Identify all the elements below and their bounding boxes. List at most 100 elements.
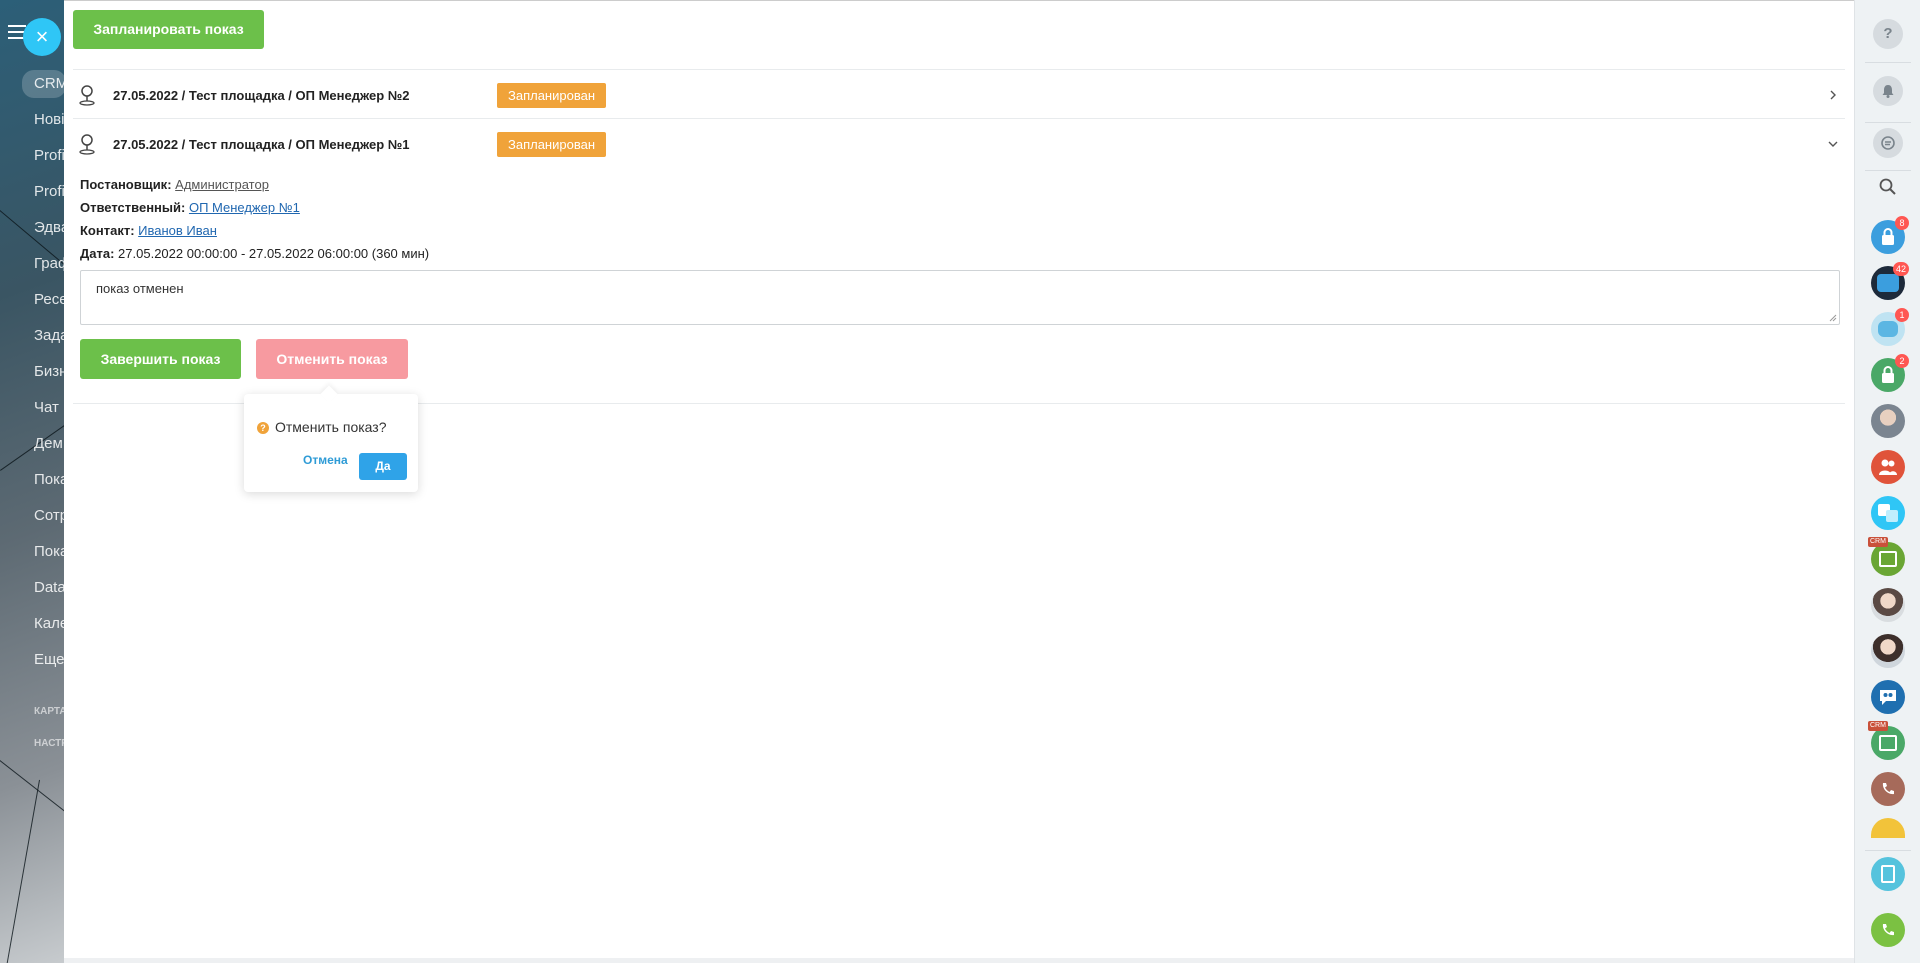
crm-tag: CRM <box>1868 537 1888 547</box>
channel-avatar[interactable]: 42 <box>1871 262 1909 300</box>
user-avatar[interactable] <box>1871 634 1905 668</box>
bg-nav-section: КАРТА <box>34 706 66 717</box>
creator-link[interactable]: Администратор <box>175 177 269 192</box>
right-sidebar: ? 8 42 1 2 CRM CRM <box>1854 0 1920 963</box>
bg-nav-item: Дем <box>34 435 63 452</box>
people-icon <box>1879 459 1897 475</box>
bg-nav-item: Data <box>34 579 66 596</box>
notes-icon[interactable] <box>1871 857 1905 891</box>
secured-chat-avatar[interactable]: 2 <box>1871 354 1909 392</box>
comment-text: показ отменен <box>96 281 184 296</box>
confirm-popover: ? Отменить показ? Отмена Да <box>244 394 418 492</box>
divider <box>73 69 1845 70</box>
showing-row[interactable]: 27.05.2022 / Тест площадка / ОП Менеджер… <box>78 129 1840 159</box>
finish-showing-button[interactable]: Завершить показ <box>80 339 241 379</box>
bg-nav-item: Profi <box>34 147 65 164</box>
group-chat-avatar[interactable] <box>1871 450 1905 484</box>
bg-nav-item: Ресе <box>34 291 66 308</box>
divider <box>1865 122 1911 123</box>
document-icon <box>1881 865 1895 883</box>
crm-chat-avatar[interactable]: CRM <box>1868 537 1905 576</box>
bg-nav-item: Сотр <box>34 507 66 524</box>
showing-title: 27.05.2022 / Тест площадка / ОП Менеджер… <box>113 137 410 152</box>
contact-label: Контакт: <box>80 223 135 238</box>
unread-counter: 2 <box>1895 354 1909 368</box>
location-pin-icon <box>79 85 95 106</box>
secured-chat-avatar[interactable]: 8 <box>1871 216 1909 254</box>
crm-card-icon <box>1879 551 1897 567</box>
contact-link[interactable]: Иванов Иван <box>138 223 217 238</box>
date-line: Дата: 27.05.2022 00:00:00 - 27.05.2022 0… <box>80 242 429 265</box>
chevron-right-icon[interactable] <box>1826 88 1840 102</box>
popover-question: Отменить показ? <box>275 419 387 435</box>
crm-tag: CRM <box>1868 721 1888 731</box>
help-icon[interactable]: ? <box>1873 19 1903 49</box>
showings-panel: Запланировать показ 27.05.2022 / Тест пл… <box>64 0 1854 958</box>
responsible-line: Ответственный: ОП Менеджер №1 <box>80 196 429 219</box>
popover-cancel-button[interactable]: Отмена <box>303 453 348 467</box>
bg-nav-item: Пока <box>34 543 66 560</box>
creator-label: Постановщик: <box>80 177 172 192</box>
bg-nav-item: Пока <box>34 471 66 488</box>
divider <box>73 118 1845 119</box>
unread-counter: 1 <box>1895 308 1909 322</box>
plan-showing-button[interactable]: Запланировать показ <box>73 10 264 49</box>
bg-nav-item: Нові <box>34 111 65 128</box>
crm-chat-avatar[interactable]: CRM <box>1868 721 1905 760</box>
bg-nav-item: Бизн <box>34 363 66 380</box>
status-badge: Запланирован <box>497 132 607 157</box>
status-badge: Запланирован <box>497 83 607 108</box>
lock-icon <box>1882 366 1894 383</box>
bg-nav-item: Еще <box>34 651 65 668</box>
chat-bubble-icon <box>1886 510 1898 522</box>
background-portal: CRM Нові Profi Profi Эдва Граф Ресе Зада… <box>0 0 66 963</box>
panel-bottom-edge <box>64 958 1854 963</box>
creator-line: Постановщик: Администратор <box>80 173 429 196</box>
bg-nav-item: Граф <box>34 255 66 272</box>
crm-card-icon <box>1879 735 1897 751</box>
responsible-link[interactable]: ОП Менеджер №1 <box>189 200 300 215</box>
cancel-showing-button[interactable]: Отменить показ <box>256 339 408 379</box>
bg-nav-item: Эдва <box>34 219 66 236</box>
lock-icon <box>1882 228 1894 245</box>
background-nav: CRM Нові Profi Profi Эдва Граф Ресе Зада… <box>0 70 66 760</box>
bg-nav-item: Profi <box>34 183 65 200</box>
call-avatar[interactable] <box>1871 772 1905 806</box>
location-pin-icon <box>79 134 95 155</box>
user-avatar[interactable] <box>1871 404 1905 438</box>
responsible-label: Ответственный: <box>80 200 186 215</box>
divider <box>1865 170 1911 171</box>
bell-icon[interactable] <box>1873 76 1903 106</box>
robot-icon <box>1878 321 1898 337</box>
bg-nav-item: Кале <box>34 615 66 632</box>
unread-counter: 8 <box>1895 216 1909 230</box>
openline-avatar[interactable] <box>1871 496 1905 530</box>
user-avatar[interactable] <box>1871 588 1905 622</box>
divider <box>1865 62 1911 63</box>
date-label: Дата: <box>80 246 115 261</box>
contact-line: Контакт: Иванов Иван <box>80 219 429 242</box>
chevron-down-icon[interactable] <box>1826 137 1840 151</box>
resize-handle-icon[interactable] <box>1829 314 1837 322</box>
close-slider-button[interactable]: × <box>23 18 61 56</box>
search-icon[interactable] <box>1878 177 1898 197</box>
phone-icon <box>1882 783 1894 795</box>
showing-row[interactable]: 27.05.2022 / Тест площадка / ОП Менеджер… <box>78 80 1840 110</box>
screen-icon <box>1877 274 1899 292</box>
popover-confirm-button[interactable]: Да <box>359 453 407 480</box>
bg-nav-section: НАСТР <box>34 738 66 749</box>
showing-title: 27.05.2022 / Тест площадка / ОП Менеджер… <box>113 88 410 103</box>
comment-textarea[interactable]: показ отменен <box>80 270 1840 325</box>
bg-nav-item: CRM <box>22 70 66 98</box>
bg-nav-item: Зада <box>34 327 66 344</box>
group-chat-avatar[interactable] <box>1871 680 1905 714</box>
unread-counter: 42 <box>1892 262 1909 276</box>
divider <box>1865 850 1911 851</box>
bot-avatar[interactable]: 1 <box>1871 308 1909 346</box>
bg-nav-item: Чат <box>34 399 59 416</box>
secured-chat-avatar[interactable] <box>1871 818 1905 838</box>
phone-button[interactable] <box>1871 913 1905 947</box>
chat-list-icon[interactable] <box>1873 128 1903 158</box>
group-chat-icon <box>1880 690 1896 705</box>
phone-icon <box>1882 924 1894 936</box>
